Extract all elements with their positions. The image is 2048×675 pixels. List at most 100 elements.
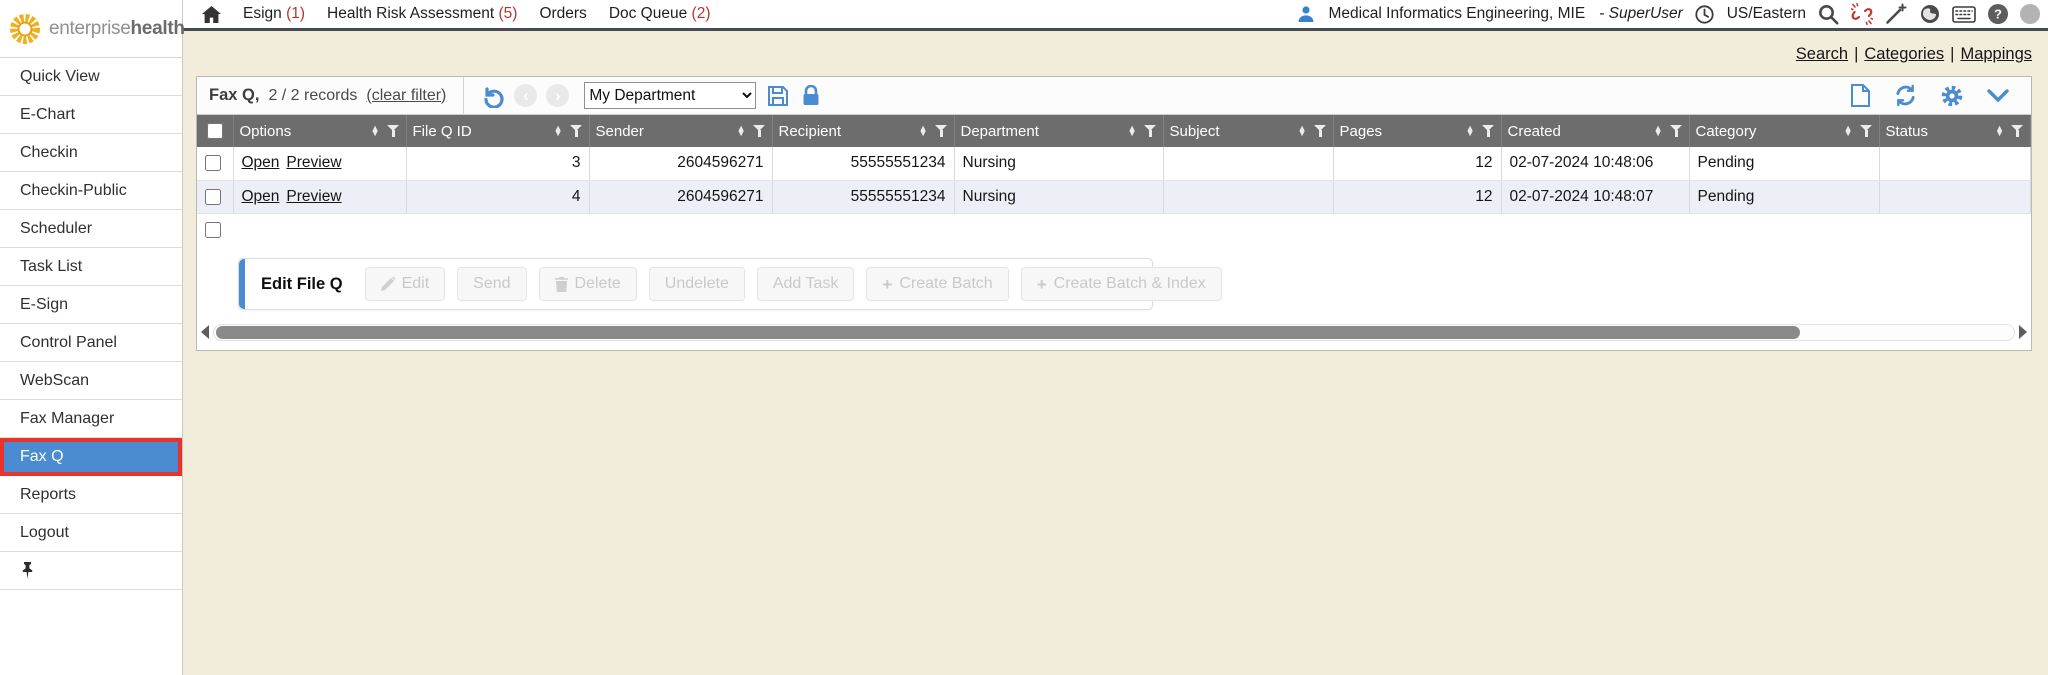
next-page-button[interactable]: › [546,84,569,107]
clock-icon[interactable] [1693,2,1717,26]
sidebar-pin-toggle[interactable] [0,552,182,590]
search-icon[interactable] [1816,2,1840,26]
filter-icon[interactable] [387,125,400,137]
select-all-checkbox[interactable] [207,123,223,139]
filter-icon[interactable] [1860,125,1873,137]
sidebar-item-checkin-public[interactable]: Checkin-Public [0,172,182,210]
department-select[interactable]: My Department [584,82,756,109]
home-icon[interactable] [199,2,223,26]
sort-icon[interactable] [919,126,928,136]
sort-icon[interactable] [1128,126,1137,136]
sidebar-item-fax-q[interactable]: Fax Q [0,438,182,476]
sidebar-item-scheduler[interactable]: Scheduler [0,210,182,248]
sidebar-item-e-chart[interactable]: E-Chart [0,96,182,134]
sort-icon[interactable] [1298,126,1307,136]
sidebar-item-webscan[interactable]: WebScan [0,362,182,400]
scroll-right-arrow[interactable] [2019,325,2027,339]
nav-esign[interactable]: Esign (1) [243,5,305,23]
nav-health-risk-assessment[interactable]: Health Risk Assessment (5) [327,5,517,23]
toolbar-right-icons [1849,84,2019,107]
sort-icon[interactable] [1466,126,1475,136]
delete-button[interactable]: Delete [539,267,637,301]
row-checkbox[interactable] [205,189,221,205]
mappings-link[interactable]: Mappings [1960,45,2032,63]
header-status[interactable]: Status [1879,115,2031,147]
nav-doc-queue[interactable]: Doc Queue (2) [609,5,711,23]
filter-icon[interactable] [1144,125,1157,137]
categories-link[interactable]: Categories [1864,45,1944,63]
gear-icon[interactable] [1939,85,1965,107]
chevron-down-icon[interactable] [1985,89,2011,103]
globe-icon[interactable] [1918,2,1942,26]
sort-icon[interactable] [737,126,746,136]
undo-icon[interactable] [481,84,505,108]
timezone-label[interactable]: US/Eastern [1727,5,1806,23]
filter-icon[interactable] [570,125,583,137]
sidebar-item-logout[interactable]: Logout [0,514,182,552]
header-label: Sender [596,123,737,140]
create-batch-button[interactable]: +Create Batch [866,267,1008,301]
new-document-icon[interactable] [1849,84,1872,107]
sidebar-item-quick-view[interactable]: Quick View [0,58,182,96]
lock-icon[interactable] [800,85,822,107]
header-pages[interactable]: Pages [1333,115,1501,147]
prev-page-button[interactable]: ‹ [514,84,537,107]
scrollbar-thumb[interactable] [216,326,1800,339]
header-category[interactable]: Category [1689,115,1879,147]
edit-button[interactable]: Edit [365,267,446,301]
header-recipient[interactable]: Recipient [772,115,954,147]
header-sender[interactable]: Sender [589,115,772,147]
scrollbar-track[interactable] [213,324,2015,341]
empty-row [197,213,2031,246]
sort-icon[interactable] [1995,126,2004,136]
wand-icon[interactable] [1884,2,1908,26]
nav-orders[interactable]: Orders [539,5,586,23]
help-icon[interactable]: ? [1986,2,2010,26]
keyboard-icon[interactable] [1952,2,1976,26]
filter-icon[interactable] [1482,125,1495,137]
send-button[interactable]: Send [457,267,526,301]
unlink-icon[interactable] [1850,2,1874,26]
filter-icon[interactable] [1670,125,1683,137]
organization-name[interactable]: Medical Informatics Engineering, MIE [1328,5,1585,23]
search-link[interactable]: Search [1796,45,1848,63]
create-batch-index-button[interactable]: +Create Batch & Index [1021,267,1222,301]
filter-icon[interactable] [1314,125,1327,137]
clear-filter-link[interactable]: (clear filter) [366,87,446,105]
sort-icon[interactable] [554,126,563,136]
avatar[interactable] [2020,4,2040,24]
row-select-cell [197,180,233,213]
sidebar-item-control-panel[interactable]: Control Panel [0,324,182,362]
row-checkbox[interactable] [205,155,221,171]
sort-icon[interactable] [1654,126,1663,136]
header-file-q-id[interactable]: File Q ID [406,115,589,147]
sidebar-item-checkin[interactable]: Checkin [0,134,182,172]
add-task-button[interactable]: Add Task [757,267,855,301]
pencil-icon [381,277,395,291]
header-created[interactable]: Created [1501,115,1689,147]
save-filter-icon[interactable] [765,85,791,107]
open-link[interactable]: Open [242,154,280,171]
sidebar-item-reports[interactable]: Reports [0,476,182,514]
header-subject[interactable]: Subject [1163,115,1333,147]
preview-link[interactable]: Preview [286,188,341,205]
button-label: Delete [575,275,621,293]
filter-icon[interactable] [753,125,766,137]
row-checkbox[interactable] [205,222,221,238]
sidebar-item-e-sign[interactable]: E-Sign [0,286,182,324]
preview-link[interactable]: Preview [286,154,341,171]
sort-icon[interactable] [371,126,380,136]
undelete-button[interactable]: Undelete [649,267,745,301]
header-options[interactable]: Options [233,115,406,147]
sidebar-item-task-list[interactable]: Task List [0,248,182,286]
sort-icon[interactable] [1844,126,1853,136]
edit-panel-accent-bar [239,259,245,309]
open-link[interactable]: Open [242,188,280,205]
recipient-cell: 55555551234 [772,147,954,180]
sidebar-item-fax-manager[interactable]: Fax Manager [0,400,182,438]
header-department[interactable]: Department [954,115,1163,147]
filter-icon[interactable] [2011,125,2024,137]
refresh-icon[interactable] [1892,84,1919,107]
filter-icon[interactable] [935,125,948,137]
scroll-left-arrow[interactable] [201,325,209,339]
